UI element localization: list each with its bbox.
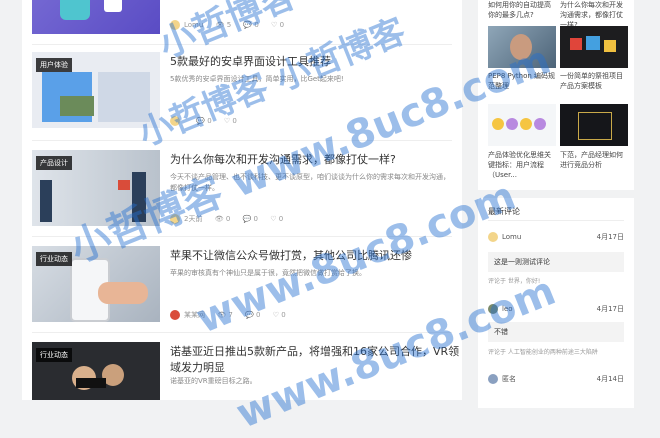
sidebar-posts-widget: 如何用你的自动提高你的最多几点? 为什么你每次和开发沟通需求，都像打仗一样? P… [478,0,634,190]
post-excerpt: 今天不谈产品管理、也不谈科技、更不谈原型，咱们谈谈为什么你的需求每次和开发沟通，… [170,173,450,192]
sidebar-post-caption[interactable]: 如何用你的自动提高你的最多几点? [488,0,556,20]
likes-count[interactable]: ♡ 0 [270,215,283,223]
avatar [170,116,180,126]
comment-source[interactable]: 评论于 世界，你好! [488,276,540,285]
post-title[interactable]: 诺基亚近日推出5款新产品，将增强和16家公司合作，VR领域发力明显 [170,344,460,376]
avatar [170,20,180,30]
comment-source[interactable]: 评论于 人工智能创业的两种前途三大陷阱 [488,347,598,356]
comment-header: leo 4月17日 [488,304,624,314]
likes-count[interactable]: ♡ 0 [224,117,237,125]
sidebar: 如何用你的自动提高你的最多几点? 为什么你每次和开发沟通需求，都像打仗一样? P… [478,0,634,408]
category-badge[interactable]: 行业动态 [36,252,72,266]
views-count: 👁 0 [214,215,231,223]
widget-title: 最新评论 [488,207,520,216]
post-author: Lomu [184,21,204,29]
comment-header: Lomu 4月17日 [488,232,624,242]
views-count: 👁 7 [217,311,233,319]
comments-count: 💬 0 [242,215,258,223]
divider [488,220,624,221]
post-card[interactable]: Lomu 👁 5 💬 0 ♡ 0 [32,0,458,36]
avatar [488,232,498,242]
post-excerpt: 诺基亚的VR重磅目标之路。 [170,377,257,385]
post-thumbnail[interactable]: 用户体验 [32,52,160,128]
avatar [170,310,180,320]
likes-count[interactable]: ♡ 0 [271,21,284,29]
comment-date: 4月14日 [596,375,624,383]
main-content: Lomu 👁 5 💬 0 ♡ 0 用户体验 5款最好的安卓界面设计工具推荐 5款… [22,0,462,400]
comments-count: 💬 0 [196,117,212,125]
category-badge[interactable]: 行业动态 [36,348,72,362]
likes-count[interactable]: ♡ 0 [273,311,286,319]
comment-text[interactable]: 不错 [488,322,624,342]
comment-author[interactable]: leo [502,305,513,313]
post-card[interactable]: 行业动态 诺基亚近日推出5款新产品，将增强和16家公司合作，VR领域发力明显 诺… [32,342,460,400]
sidebar-post-caption[interactable]: 下范，产品经理如何进行竞品分析 [560,150,628,170]
post-thumbnail[interactable]: 行业动态 [32,246,160,322]
post-meta: Lomu 👁 5 💬 0 ♡ 0 [170,20,294,30]
post-meta: 2天前 👁 0 💬 0 ♡ 0 [170,214,293,224]
sidebar-post-thumbnail[interactable] [560,26,628,68]
post-card[interactable]: 用户体验 5款最好的安卓界面设计工具推荐 5款优秀的安卓界面设计工具，简单实用，… [32,52,458,132]
comment-author[interactable]: 匿名 [502,375,516,383]
category-badge[interactable]: 用户体验 [36,58,72,72]
sidebar-post-thumbnail[interactable] [488,26,556,68]
post-thumbnail[interactable]: 产品设计 [32,150,160,226]
sidebar-post-thumbnail[interactable] [560,104,628,146]
sidebar-post-thumbnail[interactable] [488,104,556,146]
post-meta: 某某网 👁 7 💬 0 ♡ 0 [170,310,296,320]
comments-count: 💬 0 [243,21,259,29]
recent-comments-widget: 最新评论 Lomu 4月17日 这是一则测试评论 评论于 世界，你好! leo … [478,198,634,408]
divider [32,44,452,45]
post-meta: 💬 0 ♡ 0 [170,116,247,126]
sidebar-post-caption[interactable]: 产品体验优化思维关键指标：用户流程（User... [488,150,556,180]
sidebar-post-caption[interactable]: 一份简单的祭祖项目产品方案模板 [560,71,628,91]
divider [32,236,452,237]
post-card[interactable]: 行业动态 苹果不让微信公众号做打赏，其他公司比腾讯还惨 苹果的审核真有个神仙只是… [32,246,458,326]
avatar [488,374,498,384]
comment-header: 匿名 4月14日 [488,374,624,384]
category-badge[interactable]: 产品设计 [36,156,72,170]
sidebar-post-caption[interactable]: PEP8 Python 编码规范整理 [488,71,556,91]
post-excerpt: 5款优秀的安卓界面设计工具，简单实用，比Get起来吧! [170,75,344,83]
avatar [488,304,498,314]
comment-text[interactable]: 这是一则测试评论 [488,252,624,272]
post-title[interactable]: 5款最好的安卓界面设计工具推荐 [170,54,460,70]
divider [32,332,452,333]
divider [32,140,452,141]
comment-date: 4月17日 [596,233,624,241]
comment-author[interactable]: Lomu [502,233,521,241]
comments-count: 💬 0 [245,311,261,319]
post-card[interactable]: 产品设计 为什么你每次和开发沟通需求，都像打仗一样? 今天不谈产品管理、也不谈科… [32,150,458,230]
post-thumbnail[interactable]: 行业动态 [32,342,160,400]
post-thumbnail[interactable] [32,0,160,34]
avatar [170,214,180,224]
comment-date: 4月17日 [596,305,624,313]
post-excerpt: 苹果的审核真有个神仙只是属于很，竟然把微信做打赏给了换。 [170,269,366,277]
views-count: 👁 5 [215,21,232,29]
post-title[interactable]: 为什么你每次和开发沟通需求，都像打仗一样? [170,152,460,168]
post-title[interactable]: 苹果不让微信公众号做打赏，其他公司比腾讯还惨 [170,248,460,264]
